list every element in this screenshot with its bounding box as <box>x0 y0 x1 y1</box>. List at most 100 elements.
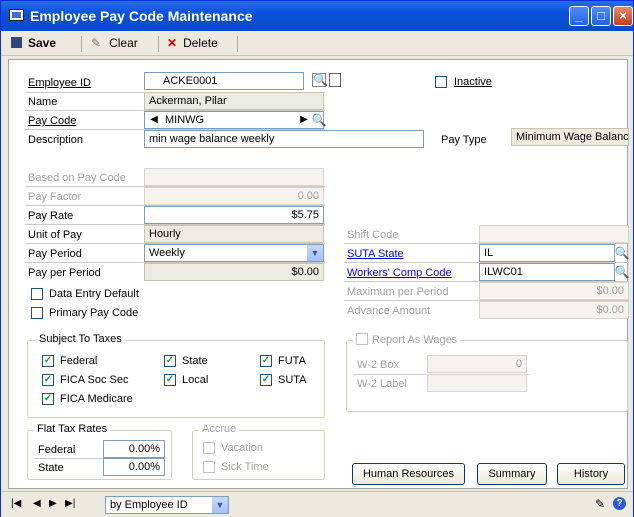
shift-code-label: Shift Code <box>347 229 399 241</box>
flat-state-field[interactable]: 0.00% <box>103 458 165 476</box>
data-entry-default-checkbox[interactable] <box>31 288 43 300</box>
close-button[interactable]: × <box>613 6 633 26</box>
lookup-icon[interactable]: 🔍 <box>312 73 328 87</box>
pay-per-period-label: Pay per Period <box>28 267 101 279</box>
advance-amount-label: Advance Amount <box>347 305 431 317</box>
unit-of-pay-label: Unit of Pay <box>28 229 82 241</box>
next-icon[interactable]: ▶ <box>296 112 312 128</box>
pay-per-period-field: $0.00 <box>144 263 324 281</box>
subject-to-taxes-title: Subject To Taxes <box>36 333 125 345</box>
primary-pay-code-label: Primary Pay Code <box>49 307 139 319</box>
previous-icon[interactable]: ◀ <box>146 112 162 128</box>
workers-comp-link[interactable]: Workers' Comp Code <box>347 267 452 279</box>
description-label: Description <box>28 134 84 146</box>
futa-checkbox[interactable]: ✓ <box>260 355 272 367</box>
help-icon[interactable]: ? <box>613 497 626 510</box>
max-per-period-label: Maximum per Period <box>347 286 449 298</box>
suta-checkbox[interactable]: ✓ <box>260 374 272 386</box>
based-on-pay-code-field <box>144 168 324 186</box>
last-record-icon[interactable]: ▶| <box>65 498 75 509</box>
w2-label-label: W-2 Label <box>357 378 407 390</box>
flat-tax-rates-group: Flat Tax Rates Federal 0.00% State 0.00% <box>27 423 172 480</box>
eraser-icon: ✎ <box>91 36 102 50</box>
window-title: Employee Pay Code Maintenance <box>30 8 253 24</box>
suta-state-field[interactable]: IL <box>479 244 615 262</box>
pay-rate-field[interactable]: $5.75 <box>144 206 324 224</box>
state-tax-label: State <box>182 355 208 367</box>
title-bar: Employee Pay Code Maintenance _ □ × <box>1 1 633 31</box>
based-on-pay-code-label: Based on Pay Code <box>28 172 126 184</box>
history-button[interactable]: History <box>557 463 625 485</box>
previous-record-icon[interactable]: ◀ <box>33 498 41 509</box>
pay-period-label: Pay Period <box>28 248 82 260</box>
sick-time-checkbox[interactable] <box>203 461 215 473</box>
data-entry-default-label: Data Entry Default <box>49 288 139 300</box>
save-button[interactable]: Save <box>11 35 56 52</box>
minimize-button[interactable]: _ <box>569 6 589 26</box>
pay-factor-label: Pay Factor <box>28 191 82 203</box>
maximize-button[interactable]: □ <box>591 6 611 26</box>
shift-code-field <box>479 225 629 243</box>
pay-type-field: Minimum Wage Balance <box>511 128 629 146</box>
form-area: Employee ID ACKE0001 🔍 Inactive Name Ack… <box>8 59 630 489</box>
report-as-wages-checkbox[interactable] <box>356 333 368 345</box>
save-icon <box>11 37 22 48</box>
fica-medicare-label: FICA Medicare <box>60 393 133 405</box>
local-tax-checkbox[interactable]: ✓ <box>164 374 176 386</box>
vacation-label: Vacation <box>221 442 263 454</box>
accrue-group: Accrue Vacation Sick Time <box>192 423 325 480</box>
sick-time-label: Sick Time <box>221 461 269 473</box>
window: Employee Pay Code Maintenance _ □ × Save… <box>0 0 634 517</box>
pay-period-select[interactable]: Weekly ▼ <box>144 244 324 262</box>
status-bar: |◀ ◀ ▶ ▶| by Employee ID ▼ ✎ ? <box>1 491 633 517</box>
note-icon[interactable]: ✎ <box>595 497 605 511</box>
inactive-label: Inactive <box>454 76 492 88</box>
w2-box-label: W-2 Box <box>357 359 399 371</box>
first-record-icon[interactable]: |◀ <box>11 498 21 509</box>
local-tax-label: Local <box>182 374 209 386</box>
flat-tax-rates-title: Flat Tax Rates <box>34 423 111 435</box>
flat-federal-field[interactable]: 0.00% <box>103 440 165 458</box>
futa-label: FUTA <box>278 355 306 367</box>
flat-state-label: State <box>38 462 64 474</box>
advance-amount-field: $0.00 <box>479 301 629 319</box>
vacation-checkbox[interactable] <box>203 442 215 454</box>
employee-id-label[interactable]: Employee ID <box>28 77 91 89</box>
federal-tax-checkbox[interactable]: ✓ <box>42 355 54 367</box>
report-as-wages-title: Report As Wages <box>353 333 461 346</box>
workers-comp-field[interactable]: ILWC01 <box>479 263 615 281</box>
primary-pay-code-checkbox[interactable] <box>31 307 43 319</box>
summary-button[interactable]: Summary <box>477 463 547 485</box>
chevron-down-icon: ▼ <box>212 497 228 513</box>
federal-tax-label: Federal <box>60 355 98 367</box>
subject-to-taxes-group: Subject To Taxes ✓ Federal ✓ FICA Soc Se… <box>27 333 325 418</box>
fica-medicare-checkbox[interactable]: ✓ <box>42 393 54 405</box>
note-icon[interactable] <box>329 73 341 87</box>
max-per-period-field: $0.00 <box>479 282 629 300</box>
pay-rate-label: Pay Rate <box>28 210 74 222</box>
delete-button[interactable]: ✕ Delete <box>167 35 218 52</box>
next-record-icon[interactable]: ▶ <box>49 498 57 509</box>
workers-comp-lookup-icon[interactable]: 🔍 <box>614 264 630 280</box>
toolbar: Save ✎ Clear ✕ Delete <box>1 31 633 56</box>
human-resources-button[interactable]: Human Resources <box>352 463 465 485</box>
name-label: Name <box>28 96 58 108</box>
pay-code-lookup-icon[interactable]: 🔍 <box>311 112 327 128</box>
unit-of-pay-field: Hourly <box>144 225 324 243</box>
sort-select[interactable]: by Employee ID ▼ <box>105 496 229 514</box>
employee-id-field[interactable]: ACKE0001 <box>144 72 304 90</box>
w2-label-field <box>427 374 527 392</box>
delete-icon: ✕ <box>167 36 178 50</box>
description-field[interactable]: min wage balance weekly <box>144 130 424 148</box>
fica-soc-sec-checkbox[interactable]: ✓ <box>42 374 54 386</box>
flat-federal-label: Federal <box>38 444 76 456</box>
inactive-checkbox[interactable] <box>435 76 447 88</box>
pay-code-label[interactable]: Pay Code <box>28 115 76 127</box>
w2-box-field: 0 <box>427 355 527 373</box>
fica-soc-sec-label: FICA Soc Sec <box>60 374 129 386</box>
suta-lookup-icon[interactable]: 🔍 <box>614 245 630 261</box>
state-tax-checkbox[interactable]: ✓ <box>164 355 176 367</box>
suta-state-link[interactable]: SUTA State <box>347 248 404 260</box>
name-field: Ackerman, Pilar <box>144 92 324 110</box>
clear-button[interactable]: ✎ Clear <box>91 35 138 52</box>
